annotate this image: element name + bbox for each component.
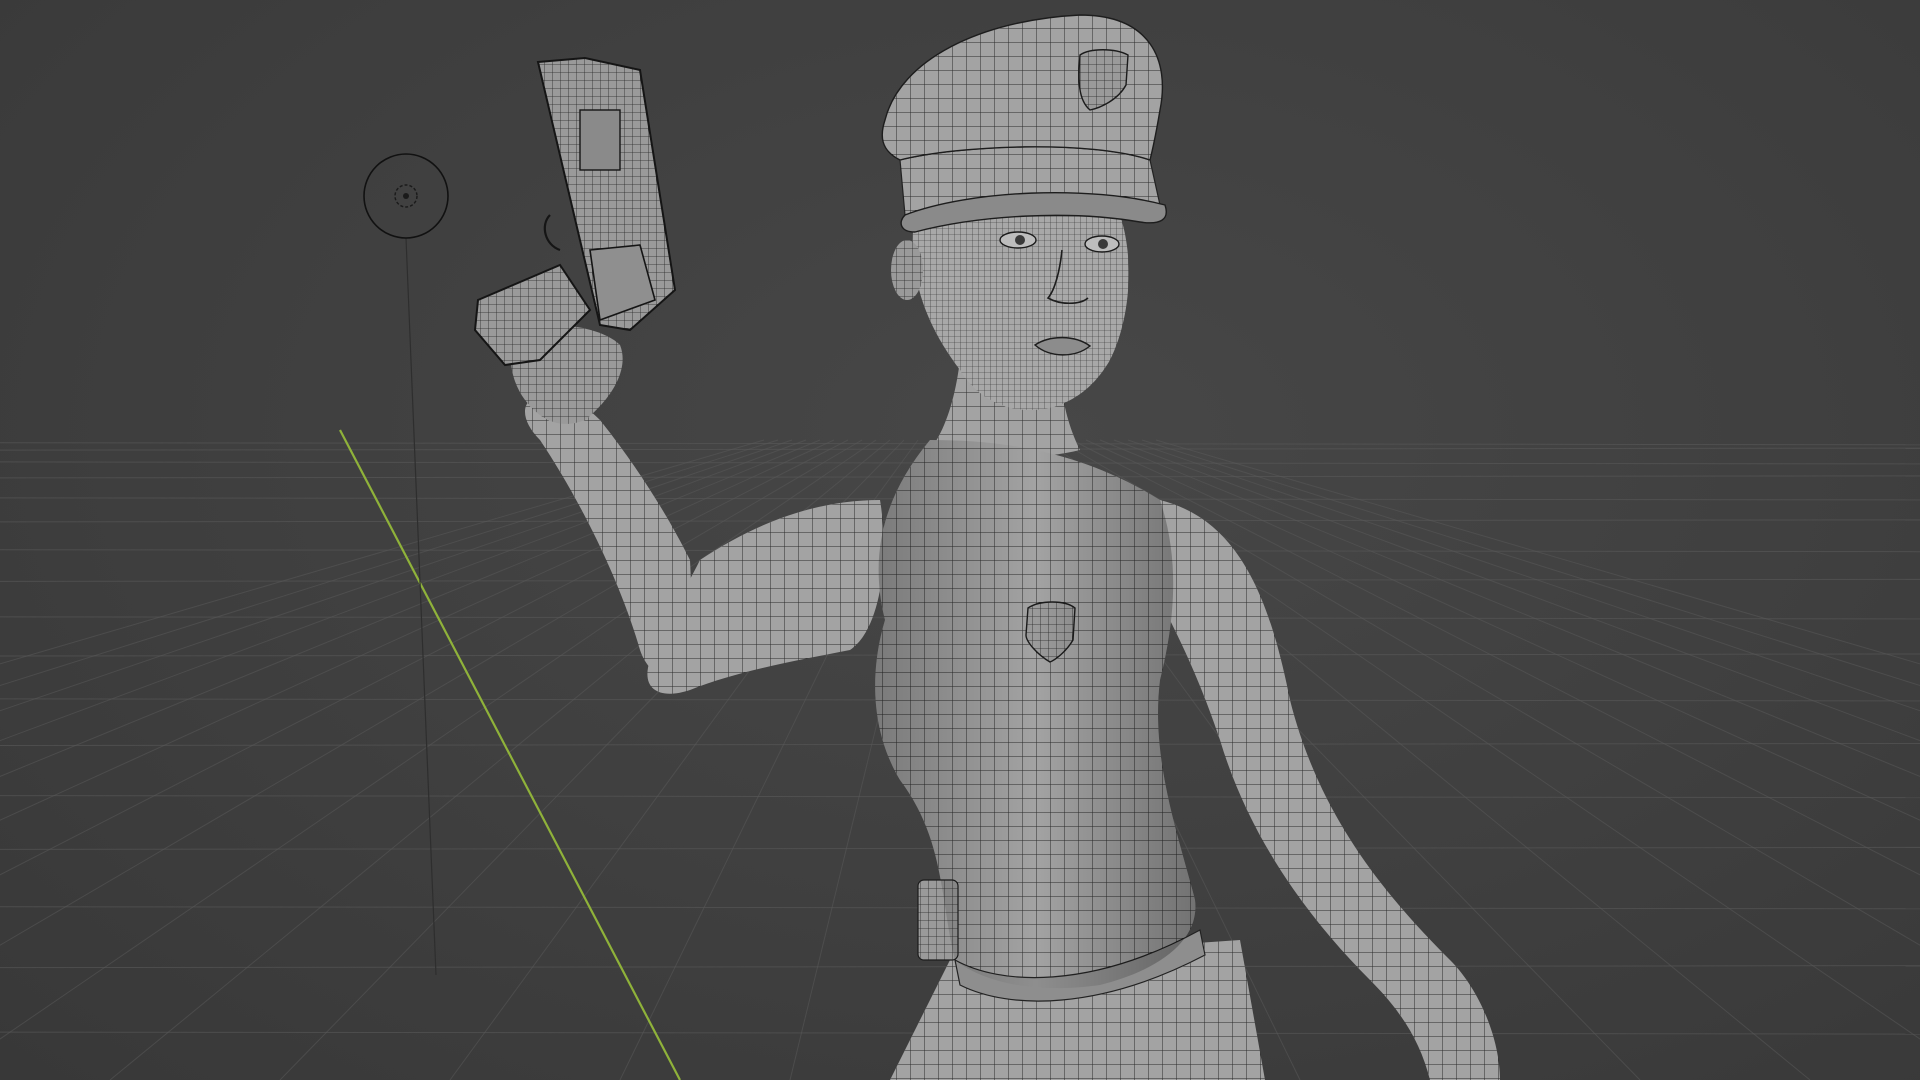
light-object[interactable] (363, 153, 449, 976)
pistol-mesh[interactable] (473, 56, 677, 367)
pistol-rail-mesh (579, 109, 621, 171)
head-mesh (912, 193, 1129, 410)
grid-line (0, 439, 863, 946)
3d-viewport[interactable] (0, 0, 1920, 1080)
grid-line (0, 439, 849, 876)
light-dot-icon (403, 193, 409, 199)
ear-mesh (891, 240, 923, 300)
right-iris (1098, 239, 1108, 249)
left-forearm-mesh (525, 393, 695, 681)
pistol-trigger-icon (543, 214, 561, 252)
grid-line (0, 439, 807, 742)
grid-line (0, 439, 835, 821)
viewport-scene[interactable] (0, 0, 1920, 1080)
character-mesh[interactable] (510, 14, 1500, 1080)
left-iris (1015, 235, 1025, 245)
grid-line (0, 439, 821, 777)
